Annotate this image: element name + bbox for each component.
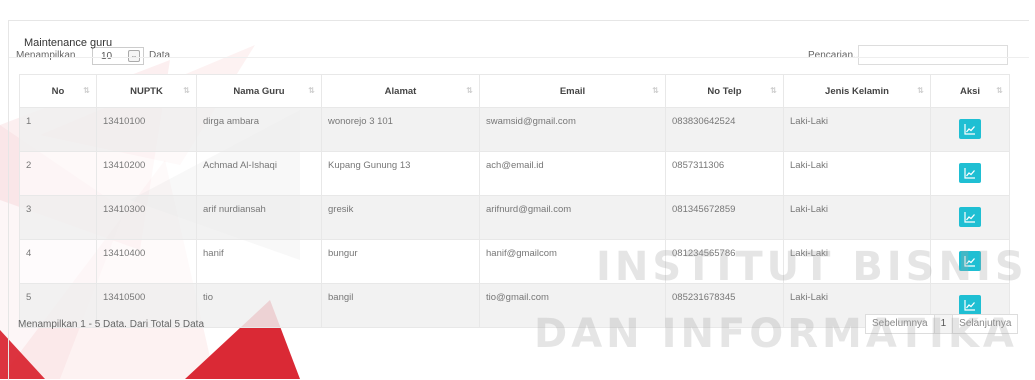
panel-title: Maintenance guru xyxy=(24,37,113,49)
panel-divider xyxy=(9,57,1029,58)
maintenance-panel: Maintenance guru xyxy=(8,20,1029,380)
